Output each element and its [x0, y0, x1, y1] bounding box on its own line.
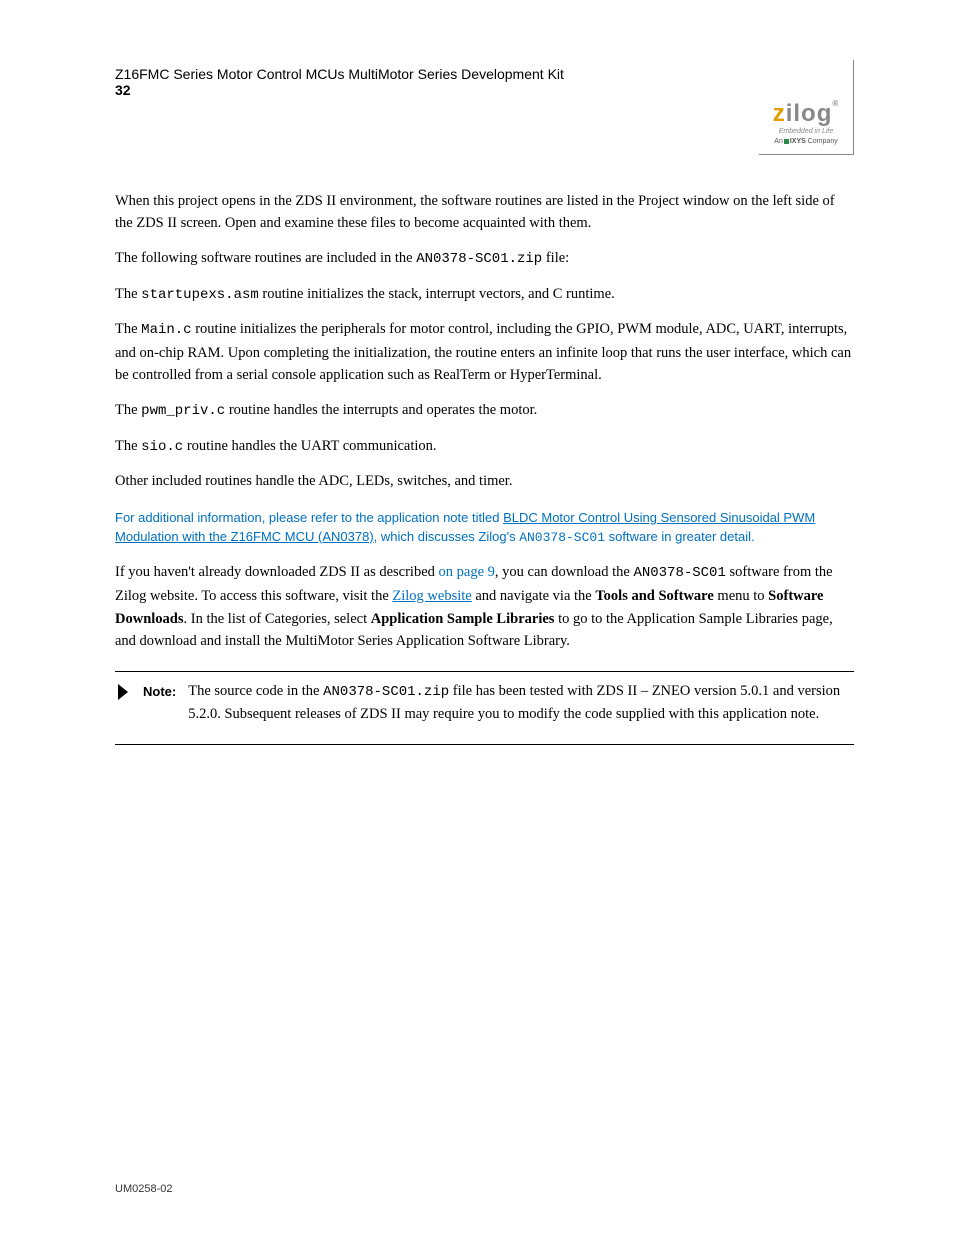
hl-b: , which discusses Zilog's — [374, 529, 520, 544]
p3-code1: AN0378-SC01 — [633, 565, 725, 581]
note-a: The source code in the — [188, 683, 323, 699]
li3-pre: The — [115, 402, 141, 418]
li1-pre: The — [115, 286, 141, 302]
p2-file: AN0378-SC01.zip — [416, 251, 542, 267]
hl-code: AN0378-SC01 — [519, 530, 605, 545]
logo-sub2-b: IXYS — [790, 138, 806, 145]
body-content: When this project opens in the ZDS II en… — [115, 190, 854, 745]
logo-sub2-c: Company — [808, 138, 838, 145]
note-text: The source code in the AN0378-SC01.zip f… — [188, 680, 854, 726]
hl-a: For additional information, please refer… — [115, 510, 503, 525]
li4-post: routine handles the UART communication. — [183, 438, 436, 454]
li2-pre: The — [115, 321, 141, 337]
p3g: . In the list of Categories, select — [184, 611, 371, 627]
logo-company-line: An IXYS Company — [759, 138, 853, 145]
p3a: If you haven't already downloaded ZDS II… — [115, 564, 439, 580]
p3b-pagelink[interactable]: on page 9 — [439, 564, 495, 580]
logo-tagline: Embedded in Life — [759, 128, 853, 135]
list-item-3: The pwm_priv.c routine handles the inter… — [115, 399, 854, 423]
li2-post: routine initializes the peripherals for … — [115, 321, 851, 383]
li3-file: pwm_priv.c — [141, 403, 225, 419]
note-arrow-icon — [115, 682, 131, 702]
note-block: Note: The source code in the AN0378-SC01… — [115, 680, 854, 726]
list-item-2: The Main.c routine initializes the perip… — [115, 318, 854, 387]
li2-file: Main.c — [141, 322, 191, 338]
logo-text: zilog® — [759, 102, 853, 126]
li4-pre: The — [115, 438, 141, 454]
list-item-4: The sio.c routine handles the UART commu… — [115, 435, 854, 459]
p3f: menu to — [714, 588, 768, 604]
li1-post: routine initializes the stack, interrupt… — [259, 286, 615, 302]
doc-title: Z16FMC Series Motor Control MCUs MultiMo… — [115, 66, 564, 82]
note-code: AN0378-SC01.zip — [323, 684, 449, 700]
li4-file: sio.c — [141, 439, 183, 455]
logo-z: z — [773, 100, 786, 127]
list-item-1: The startupexs.asm routine initializes t… — [115, 283, 854, 307]
page: Z16FMC Series Motor Control MCUs MultiMo… — [0, 0, 954, 1235]
li3-post: routine handles the interrupts and opera… — [225, 402, 537, 418]
paragraph-1: When this project opens in the ZDS II en… — [115, 190, 854, 235]
logo-reg-mark: ® — [832, 99, 839, 108]
p3e: and navigate via the — [472, 588, 596, 604]
page-header: Z16FMC Series Motor Control MCUs MultiMo… — [115, 60, 854, 160]
highlight-note: For additional information, please refer… — [115, 509, 854, 548]
page-number: 32 — [115, 82, 131, 98]
paragraph-3: If you haven't already downloaded ZDS II… — [115, 561, 854, 652]
footer: UM0258-02 — [115, 1183, 172, 1195]
divider-bottom — [115, 744, 854, 745]
paragraph-2: The following software routines are incl… — [115, 247, 854, 271]
p2-lead: The following software routines are incl… — [115, 250, 416, 266]
company-logo: zilog® Embedded in Life An IXYS Company — [759, 60, 854, 155]
logo-square-icon — [784, 139, 789, 144]
p3c: , you can download the — [495, 564, 634, 580]
zilog-website-link[interactable]: Zilog website — [392, 588, 471, 604]
logo-sub2-a: An — [774, 138, 783, 145]
p3-bold1: Tools and Software — [595, 588, 713, 604]
li1-file: startupexs.asm — [141, 287, 259, 303]
list-item-5: Other included routines handle the ADC, … — [115, 470, 854, 492]
hl-c: software in greater detail. — [605, 529, 755, 544]
p2-tail: file: — [542, 250, 569, 266]
p3-bold3: Application Sample Libraries — [371, 611, 555, 627]
divider-top — [115, 671, 854, 672]
logo-ilog: ilog — [786, 100, 833, 127]
note-label: Note: — [143, 682, 176, 702]
